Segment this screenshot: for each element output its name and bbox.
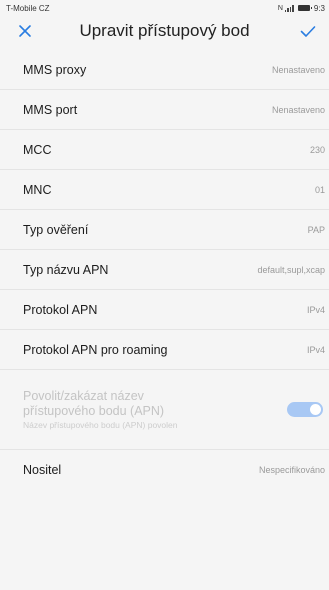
check-icon <box>300 25 316 37</box>
clock: 9:3 <box>313 3 325 13</box>
setting-label: Typ ověření <box>23 222 89 237</box>
setting-label: Protokol APN pro roaming <box>23 342 168 357</box>
setting-value: IPv4 <box>306 344 325 355</box>
setting-label: MCC <box>23 142 52 157</box>
setting-label: Typ názvu APN <box>23 262 109 277</box>
setting-value: Nenastaveno <box>271 104 325 115</box>
apn-enable-switch[interactable] <box>287 402 323 417</box>
signal-icon <box>284 4 294 12</box>
setting-mcc[interactable]: MCC 230 <box>0 130 329 170</box>
battery-icon <box>297 5 312 11</box>
setting-value: 230 <box>309 144 325 155</box>
app-header: Upravit přístupový bod <box>0 16 329 46</box>
setting-value: PAP <box>307 224 325 235</box>
setting-label: Nositel <box>23 463 62 477</box>
setting-mms-proxy[interactable]: MMS proxy Nenastaveno <box>0 50 329 90</box>
setting-apn-type[interactable]: Typ názvu APN default,supl,xcap <box>0 250 329 290</box>
toggle-subtitle: Název přístupového bodu (APN) povolen <box>23 419 178 430</box>
apn-enable-toggle-row: Povolit/zakázat název přístupového bodu … <box>0 370 329 450</box>
setting-auth-type[interactable]: Typ ověření PAP <box>0 210 329 250</box>
status-bar: T-Mobile CZ N 9:3 <box>0 0 329 16</box>
toggle-text: Povolit/zakázat název přístupového bodu … <box>23 389 198 431</box>
setting-mms-port[interactable]: MMS port Nenastaveno <box>0 90 329 130</box>
setting-value: default,supl,xcap <box>257 264 325 275</box>
setting-apn-protocol[interactable]: Protokol APN IPv4 <box>0 290 329 330</box>
close-icon <box>19 25 31 37</box>
setting-label: MNC <box>23 182 52 197</box>
setting-value: 01 <box>314 184 325 195</box>
switch-knob <box>310 404 321 415</box>
setting-label: Protokol APN <box>23 302 98 317</box>
page-title: Upravit přístupový bod <box>79 21 250 40</box>
save-button[interactable] <box>297 20 319 42</box>
setting-apn-roaming-protocol[interactable]: Protokol APN pro roaming IPv4 <box>0 330 329 370</box>
carrier-label: T-Mobile CZ <box>6 3 50 13</box>
settings-list: MMS proxy Nenastaveno MMS port Nenastave… <box>0 50 329 490</box>
setting-value: Nenastaveno <box>271 64 325 75</box>
setting-mnc[interactable]: MNC 01 <box>0 170 329 210</box>
setting-value: IPv4 <box>306 304 325 315</box>
setting-label: MMS proxy <box>23 62 87 77</box>
toggle-title: Povolit/zakázat název přístupového bodu … <box>23 388 165 418</box>
status-icons: N 9:3 <box>278 4 325 13</box>
setting-value: Nespecifikováno <box>258 465 325 475</box>
nfc-icon: N <box>277 4 283 12</box>
close-button[interactable] <box>14 20 36 42</box>
setting-label: MMS port <box>23 102 78 117</box>
setting-bearer[interactable]: Nositel Nespecifikováno <box>0 450 329 490</box>
